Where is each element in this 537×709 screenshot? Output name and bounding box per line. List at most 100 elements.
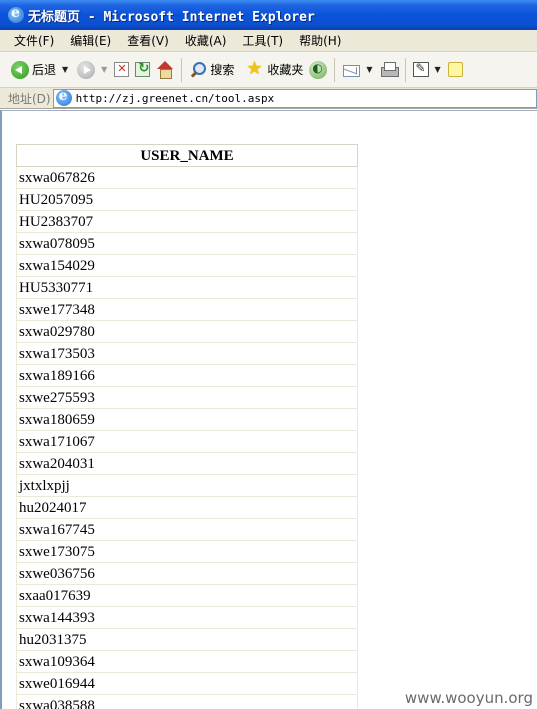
user-name-cell: sxwa038588: [16, 694, 358, 709]
user-table: USER_NAME sxwa067826 HU2057095 HU2383707 sx…: [16, 144, 358, 709]
table-row: sxaa017639: [16, 584, 358, 607]
table-row: HU5330771: [16, 276, 358, 299]
address-bar: 地址(D) http://zj.greenet.cn/tool.aspx: [0, 88, 537, 109]
user-name-cell: sxwa171067: [16, 430, 358, 453]
table-row: sxwe036756: [16, 562, 358, 585]
table-row: sxwa067826: [16, 166, 358, 189]
user-name-cell: jxtxlxpjj: [16, 474, 358, 497]
edit-button[interactable]: [410, 56, 432, 84]
stop-icon: [114, 62, 130, 77]
ie-logo-icon: [8, 5, 24, 23]
table-row: HU2383707: [16, 210, 358, 233]
user-name-cell: sxwa173503: [16, 342, 358, 365]
standard-toolbar: 后退 ▼ ▼ 搜索 收藏夹 ▼ ▼: [0, 52, 537, 88]
table-row: sxwa154029: [16, 254, 358, 277]
table-row: sxwa173503: [16, 342, 358, 365]
table-row: sxwa078095: [16, 232, 358, 255]
refresh-button[interactable]: [132, 56, 153, 84]
table-row: hu2031375: [16, 628, 358, 651]
user-name-cell: sxwa154029: [16, 254, 358, 277]
mail-button[interactable]: [339, 56, 363, 84]
table-row: sxwa109364: [16, 650, 358, 673]
user-name-cell: sxwa109364: [16, 650, 358, 673]
user-name-cell: hu2024017: [16, 496, 358, 519]
table-row: sxwe177348: [16, 298, 358, 321]
address-label: 地址(D): [8, 91, 51, 106]
refresh-icon: [135, 61, 151, 77]
forward-dropdown-icon[interactable]: ▼: [101, 65, 107, 74]
table-row: sxwa171067: [16, 430, 358, 453]
user-name-cell: sxwe177348: [16, 298, 358, 321]
home-button[interactable]: [153, 56, 177, 84]
edit-icon: [412, 61, 429, 77]
search-button[interactable]: 搜索: [186, 56, 237, 84]
table-row: sxwa189166: [16, 364, 358, 387]
table-header-row: USER_NAME: [16, 144, 358, 167]
user-name-cell: sxwe016944: [16, 672, 358, 695]
print-icon: [380, 61, 399, 79]
mail-icon: [342, 61, 361, 79]
table-row: sxwe275593: [16, 386, 358, 409]
table-row: sxwe016944: [16, 672, 358, 695]
user-name-cell: HU2383707: [16, 210, 358, 233]
home-icon: [156, 60, 174, 79]
user-name-cell: sxwa180659: [16, 408, 358, 431]
back-icon: [11, 60, 29, 79]
page-content: USER_NAME sxwa067826 HU2057095 HU2383707 sx…: [0, 110, 537, 709]
title-bar: 无标题页 - Microsoft Internet Explorer: [0, 0, 537, 30]
menu-favorites[interactable]: 收藏(A): [177, 32, 235, 49]
table-row: sxwa029780: [16, 320, 358, 343]
watermark: www.wooyun.org: [404, 689, 533, 707]
window-title: 无标题页 - Microsoft Internet Explorer: [28, 9, 315, 25]
menu-view[interactable]: 查看(V): [119, 32, 177, 49]
menu-file[interactable]: 文件(F): [6, 32, 62, 49]
table-row: sxwa204031: [16, 452, 358, 475]
address-url[interactable]: http://zj.greenet.cn/tool.aspx: [76, 92, 275, 105]
menu-tools[interactable]: 工具(T): [234, 32, 291, 49]
user-name-cell: sxwe036756: [16, 562, 358, 585]
user-name-cell: sxwa078095: [16, 232, 358, 255]
toolbar-divider: [334, 57, 336, 82]
favorites-button[interactable]: 收藏夹: [243, 56, 306, 84]
user-name-cell: sxwa204031: [16, 452, 358, 475]
user-name-cell: HU5330771: [16, 276, 358, 299]
mail-dropdown-icon[interactable]: ▼: [366, 65, 372, 74]
menu-bar: 文件(F) 编辑(E) 查看(V) 收藏(A) 工具(T) 帮助(H): [0, 30, 537, 52]
forward-icon: [77, 60, 96, 79]
user-name-cell: sxwa189166: [16, 364, 358, 387]
media-button[interactable]: [306, 56, 330, 84]
star-icon: [246, 58, 264, 79]
media-icon: [309, 60, 328, 79]
favorites-label: 收藏夹: [267, 63, 304, 77]
menu-help[interactable]: 帮助(H): [291, 32, 349, 49]
table-row: sxwa167745: [16, 518, 358, 541]
user-name-cell: sxwa144393: [16, 606, 358, 629]
user-name-cell: sxwe173075: [16, 540, 358, 563]
column-header-user-name: USER_NAME: [16, 144, 358, 167]
table-row: sxwa038588: [16, 694, 358, 709]
back-label: 后退: [32, 63, 57, 77]
search-label: 搜索: [210, 63, 235, 77]
edit-dropdown-icon[interactable]: ▼: [435, 65, 441, 74]
forward-button[interactable]: [74, 56, 98, 84]
menu-edit[interactable]: 编辑(E): [62, 32, 119, 49]
print-button[interactable]: [377, 56, 401, 84]
user-name-cell: sxaa017639: [16, 584, 358, 607]
user-name-cell: hu2031375: [16, 628, 358, 651]
back-dropdown-icon[interactable]: ▼: [62, 65, 68, 74]
table-row: hu2024017: [16, 496, 358, 519]
user-name-cell: sxwe275593: [16, 386, 358, 409]
table-row: sxwe173075: [16, 540, 358, 563]
user-name-cell: HU2057095: [16, 188, 358, 211]
user-name-cell: sxwa167745: [16, 518, 358, 541]
user-name-cell: sxwa067826: [16, 166, 358, 189]
discuss-icon: [447, 62, 463, 77]
discuss-button[interactable]: [445, 56, 466, 84]
back-button[interactable]: 后退: [8, 56, 59, 84]
address-input[interactable]: http://zj.greenet.cn/tool.aspx: [52, 88, 537, 108]
page-icon: [55, 88, 72, 106]
toolbar-divider: [404, 57, 406, 82]
search-icon: [189, 61, 207, 79]
table-row: sxwa144393: [16, 606, 358, 629]
stop-button[interactable]: [111, 56, 132, 84]
